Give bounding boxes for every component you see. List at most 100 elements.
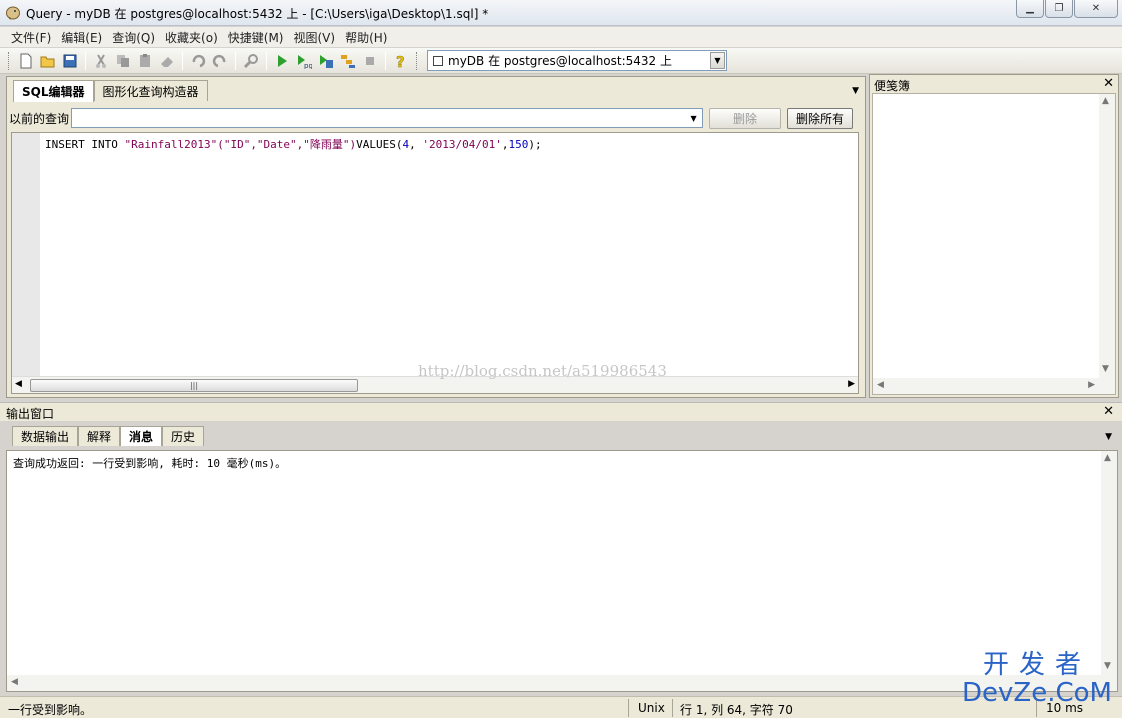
delete-all-button[interactable]: 删除所有 — [787, 107, 854, 129]
menu-file[interactable]: 文件(F) — [6, 29, 56, 46]
scratch-pad-title: 便笺簿 — [874, 79, 911, 93]
find-icon — [243, 53, 258, 68]
code-identifier: "Rainfall2013"("ID","Date","降雨量") — [124, 138, 357, 151]
menu-query[interactable]: 查询(Q) — [107, 29, 160, 46]
scroll-left-icon[interactable]: ◀ — [11, 677, 18, 687]
eraser-icon — [161, 56, 173, 67]
chevron-down-icon[interactable]: ▼ — [686, 110, 701, 127]
minimize-icon: ▁ — [1026, 3, 1034, 14]
stop-button[interactable] — [359, 50, 381, 72]
menu-view[interactable]: 视图(V) — [288, 29, 340, 46]
tab-history[interactable]: 历史 — [162, 426, 205, 446]
scroll-up-icon[interactable]: ▲ — [1102, 96, 1109, 106]
toolbar-grip[interactable] — [8, 51, 11, 70]
menu-favourites[interactable]: 收藏夹(o) — [160, 29, 223, 46]
new-icon — [20, 53, 32, 68]
tab-graphical-query-builder[interactable]: 图形化查询构造器 — [93, 80, 208, 101]
pane-menu-arrow-icon[interactable]: ▼ — [852, 86, 859, 96]
find-button[interactable] — [240, 50, 262, 72]
connection-select[interactable]: myDB 在 postgres@localhost:5432 上 ▼ — [427, 50, 727, 71]
undo-button[interactable] — [187, 50, 209, 72]
toolbar: pg ? myDB 在 postgres@localhost:5432 上 ▼ — [0, 48, 1122, 74]
code-keyword: VALUES( — [356, 138, 403, 151]
scroll-right-icon[interactable]: ▶ — [1088, 380, 1095, 390]
explain-icon — [341, 54, 355, 68]
scroll-up-icon[interactable]: ▲ — [1104, 453, 1111, 463]
close-icon: ✕ — [1091, 3, 1101, 14]
close-icon[interactable]: ✕ — [1103, 404, 1114, 419]
horizontal-scrollbar[interactable]: ◀ ▶ — [873, 378, 1101, 394]
connection-value: myDB 在 postgres@localhost:5432 上 — [448, 54, 672, 68]
scroll-right-icon[interactable]: ▶ — [848, 379, 855, 389]
code-punct: , — [501, 138, 509, 151]
menu-edit[interactable]: 编辑(E) — [56, 29, 107, 46]
sql-code-editor[interactable]: INSERT INTO "Rainfall2013"("ID","Date","… — [11, 132, 859, 394]
title-bar: Query - myDB 在 postgres@localhost:5432 上… — [0, 0, 1122, 26]
cut-button[interactable] — [90, 50, 112, 72]
execute-pgscript-button[interactable]: pg — [293, 50, 315, 72]
output-messages-area[interactable]: 查询成功返回: 一行受到影响, 耗时: 10 毫秒(ms)。 ▲ ▼ ◀ — [6, 450, 1118, 692]
delete-button[interactable]: 删除 — [709, 107, 782, 129]
paste-icon — [140, 53, 150, 67]
copy-button[interactable] — [112, 50, 134, 72]
line-number-gutter — [12, 133, 40, 377]
pane-menu-arrow-icon[interactable]: ▼ — [1105, 432, 1112, 442]
stop-icon — [366, 56, 374, 65]
open-button[interactable] — [37, 50, 59, 72]
window-title: Query - myDB 在 postgres@localhost:5432 上… — [26, 7, 489, 21]
save-button[interactable] — [59, 50, 81, 72]
scroll-down-icon[interactable]: ▼ — [1102, 364, 1109, 374]
horizontal-scrollbar[interactable]: ◀ — [7, 675, 1101, 691]
code-string: '2013/04/01' — [422, 138, 502, 151]
explain-button[interactable] — [337, 50, 359, 72]
output-window-title: 输出窗口 — [6, 407, 55, 421]
toolbar-separator — [235, 51, 236, 70]
status-bar: 一行受到影响。 Unix 行 1, 列 64, 字符 70 10 ms — [0, 696, 1122, 718]
tab-explain[interactable]: 解释 — [78, 426, 121, 446]
tab-messages[interactable]: 消息 — [120, 426, 163, 446]
connection-checkbox[interactable] — [433, 55, 443, 66]
status-cursor-position: 行 1, 列 64, 字符 70 — [680, 703, 793, 717]
tab-sql-editor[interactable]: SQL编辑器 — [13, 80, 94, 102]
svg-text:pg: pg — [304, 62, 312, 69]
clear-button[interactable] — [156, 50, 178, 72]
vertical-scrollbar[interactable]: ▲ ▼ — [1099, 94, 1115, 394]
close-icon[interactable]: ✕ — [1103, 76, 1114, 91]
execute-to-file-button[interactable] — [315, 50, 337, 72]
undo-icon — [192, 54, 206, 67]
menu-macros[interactable]: 快捷键(M) — [223, 29, 289, 46]
menu-help[interactable]: 帮助(H) — [340, 29, 392, 46]
help-button[interactable]: ? — [390, 50, 412, 72]
redo-icon — [212, 54, 226, 67]
devze-logo: 开发者 DevZe.CoM — [962, 652, 1112, 706]
watermark-text: http://blog.csdn.net/a519986543 — [418, 362, 667, 380]
output-window-header: 输出窗口 ✕ — [0, 402, 1122, 421]
execute-pgscript-icon: pg — [298, 54, 312, 69]
execute-button[interactable] — [271, 50, 293, 72]
redo-button[interactable] — [209, 50, 231, 72]
scroll-left-icon[interactable]: ◀ — [877, 380, 884, 390]
status-divider — [672, 699, 673, 717]
paste-button[interactable] — [134, 50, 156, 72]
logo-text-cn: 开发者 — [983, 650, 1092, 680]
sql-editor-pane: SQL编辑器 图形化查询构造器 ▼ 以前的查询 ▼ 删除 删除所有 INSERT… — [6, 76, 866, 398]
scroll-left-icon[interactable]: ◀ — [15, 379, 22, 389]
code-punct: , — [409, 138, 423, 151]
menu-bar: 文件(F) 编辑(E) 查询(Q) 收藏夹(o) 快捷键(M) 视图(V) 帮助… — [0, 27, 1122, 47]
scratch-pad-textarea[interactable]: ▲ ▼ ◀ ▶ — [872, 93, 1116, 395]
execute-to-file-icon — [320, 54, 333, 68]
chevron-down-icon[interactable]: ▼ — [710, 52, 725, 69]
scrollbar-thumb[interactable]: ||| — [30, 379, 358, 392]
restore-icon: ❐ — [1054, 3, 1064, 14]
previous-queries-select[interactable]: ▼ — [71, 108, 704, 128]
open-icon — [40, 56, 55, 67]
new-button[interactable] — [15, 50, 37, 72]
close-button[interactable]: ✕ — [1074, 0, 1118, 18]
output-message: 查询成功返回: 一行受到影响, 耗时: 10 毫秒(ms)。 — [13, 457, 287, 470]
tab-data-output[interactable]: 数据输出 — [12, 426, 79, 446]
maximize-button[interactable]: ❐ — [1045, 0, 1073, 18]
toolbar-grip[interactable] — [416, 51, 419, 70]
output-tabs: 数据输出 解释 消息 历史 — [12, 426, 205, 446]
scratch-pad-pane: 便笺簿 ✕ ▲ ▼ ◀ ▶ — [869, 74, 1119, 398]
minimize-button[interactable]: ▁ — [1016, 0, 1044, 18]
